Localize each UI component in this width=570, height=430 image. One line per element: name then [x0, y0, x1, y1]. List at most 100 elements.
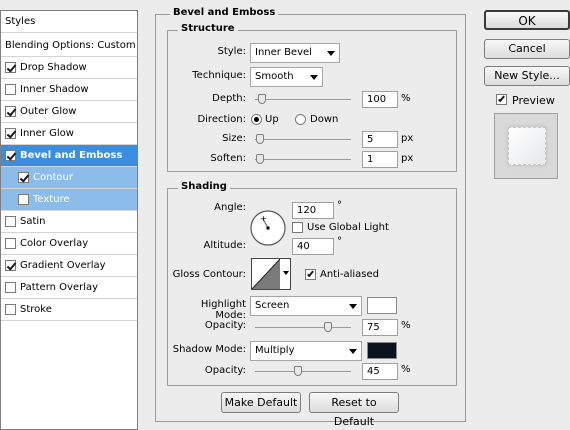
style-item-label: Stroke [20, 304, 52, 315]
ok-button[interactable]: OK [484, 10, 570, 30]
use-global-light-checkbox[interactable] [292, 222, 303, 233]
bevel-emboss-title: Bevel and Emboss [170, 7, 279, 18]
style-item-pattern-overlay[interactable]: Pattern Overlay [1, 277, 137, 299]
depth-slider-thumb[interactable] [258, 94, 266, 104]
angle-unit: ° [337, 200, 342, 211]
texture-checkbox[interactable] [18, 194, 29, 205]
style-item-gradient-overlay[interactable]: Gradient Overlay [1, 255, 137, 277]
structure-title: Structure [178, 23, 238, 34]
contour-checkbox[interactable] [18, 172, 29, 183]
anti-aliased-checkbox[interactable] [305, 269, 316, 280]
new-style-button[interactable]: New Style... [484, 66, 570, 86]
satin-checkbox[interactable] [5, 216, 16, 227]
style-item-label: Gradient Overlay [20, 260, 106, 271]
drop-shadow-checkbox[interactable] [5, 62, 16, 73]
chevron-down-icon [327, 51, 335, 56]
altitude-label: Altitude: [203, 240, 246, 251]
style-item-stroke[interactable]: Stroke [1, 299, 137, 321]
style-item-satin[interactable]: Satin [1, 211, 137, 233]
angle-dial[interactable]: + [249, 209, 287, 247]
style-item-label: Bevel and Emboss [20, 150, 123, 161]
style-item-contour[interactable]: Contour [1, 167, 137, 189]
styles-list: Styles Blending Options: Custom Drop Sha… [0, 10, 138, 430]
check-icon [307, 269, 314, 278]
size-slider-track[interactable] [255, 139, 351, 140]
shadow-opacity-unit: % [401, 364, 411, 375]
shadow-opacity-input[interactable]: 45 [362, 363, 398, 380]
anti-aliased-label: Anti-aliased [320, 269, 380, 280]
preview-label: Preview [512, 94, 555, 107]
style-item-label: Color Overlay [20, 238, 89, 249]
contour-preview-icon [252, 259, 280, 289]
preview-checkbox[interactable] [496, 94, 507, 105]
styles-header[interactable]: Styles [1, 11, 137, 33]
size-slider-thumb[interactable] [256, 134, 264, 144]
shadow-opacity-label: Opacity: [204, 365, 246, 376]
outer-glow-checkbox[interactable] [5, 106, 16, 117]
cancel-button[interactable]: Cancel [484, 39, 570, 59]
chevron-down-icon [349, 304, 357, 309]
highlight-opacity-track[interactable] [255, 327, 351, 328]
gloss-contour-label: Gloss Contour: [172, 269, 246, 280]
soften-slider-track[interactable] [255, 159, 351, 160]
pattern-overlay-checkbox[interactable] [5, 282, 16, 293]
make-default-button[interactable]: Make Default [221, 392, 301, 413]
shadow-mode-dropdown[interactable]: Multiply [250, 341, 362, 361]
svg-text:+: + [260, 214, 267, 223]
style-item-label: Inner Glow [20, 128, 74, 139]
reset-default-button[interactable]: Reset to Default [309, 392, 399, 428]
shadow-opacity-thumb[interactable] [294, 366, 302, 376]
soften-slider-thumb[interactable] [256, 154, 264, 164]
style-item-inner-glow[interactable]: Inner Glow [1, 123, 137, 145]
depth-slider-track[interactable] [255, 99, 351, 100]
style-item-drop-shadow[interactable]: Drop Shadow [1, 57, 137, 79]
style-dropdown-value: Inner Bevel [255, 47, 312, 58]
inner-glow-checkbox[interactable] [5, 128, 16, 139]
soften-input[interactable]: 1 [362, 151, 398, 168]
direction-down-radio[interactable] [295, 114, 306, 125]
style-label: Style: [217, 46, 247, 57]
highlight-mode-dropdown[interactable]: Screen [250, 296, 362, 316]
soften-unit: px [401, 153, 414, 164]
color-overlay-checkbox[interactable] [5, 238, 16, 249]
chevron-down-icon [283, 271, 289, 275]
blending-options-item[interactable]: Blending Options: Custom [1, 35, 137, 57]
style-item-label: Drop Shadow [20, 62, 87, 73]
size-unit: px [401, 133, 414, 144]
use-global-light-label: Use Global Light [307, 222, 389, 233]
highlight-opacity-input[interactable]: 75 [362, 319, 398, 336]
inner-shadow-checkbox[interactable] [5, 84, 16, 95]
style-item-texture[interactable]: Texture [1, 189, 137, 211]
shadow-opacity-track[interactable] [255, 371, 351, 372]
gloss-contour-picker[interactable] [251, 258, 291, 290]
preview-swatch [508, 127, 546, 165]
style-item-label: Pattern Overlay [20, 282, 99, 293]
shadow-color-swatch[interactable] [367, 342, 397, 359]
highlight-mode-value: Screen [255, 300, 290, 311]
altitude-input[interactable]: 40 [292, 238, 334, 255]
style-item-outer-glow[interactable]: Outer Glow [1, 101, 137, 123]
technique-dropdown-value: Smooth [255, 71, 294, 82]
style-item-label: Inner Shadow [20, 84, 89, 95]
bevel-emboss-checkbox[interactable] [5, 150, 16, 161]
technique-dropdown[interactable]: Smooth [250, 67, 323, 87]
style-item-label: Texture [33, 194, 70, 205]
direction-down-label: Down [310, 114, 339, 125]
size-input[interactable]: 5 [362, 131, 398, 148]
size-label: Size: [222, 133, 246, 144]
altitude-unit: ° [337, 236, 342, 247]
style-item-color-overlay[interactable]: Color Overlay [1, 233, 137, 255]
check-icon [498, 94, 505, 103]
angle-input[interactable]: 120 [292, 202, 334, 219]
style-item-bevel-emboss[interactable]: Bevel and Emboss [1, 145, 137, 167]
style-item-inner-shadow[interactable]: Inner Shadow [1, 79, 137, 101]
depth-input[interactable]: 100 [362, 91, 398, 108]
gradient-overlay-checkbox[interactable] [5, 260, 16, 271]
style-item-label: Outer Glow [20, 106, 77, 117]
shadow-mode-label: Shadow Mode: [172, 344, 246, 355]
highlight-opacity-thumb[interactable] [324, 322, 332, 332]
stroke-checkbox[interactable] [5, 304, 16, 315]
highlight-color-swatch[interactable] [367, 297, 397, 314]
style-dropdown[interactable]: Inner Bevel [250, 43, 340, 63]
direction-up-radio[interactable] [251, 114, 262, 125]
